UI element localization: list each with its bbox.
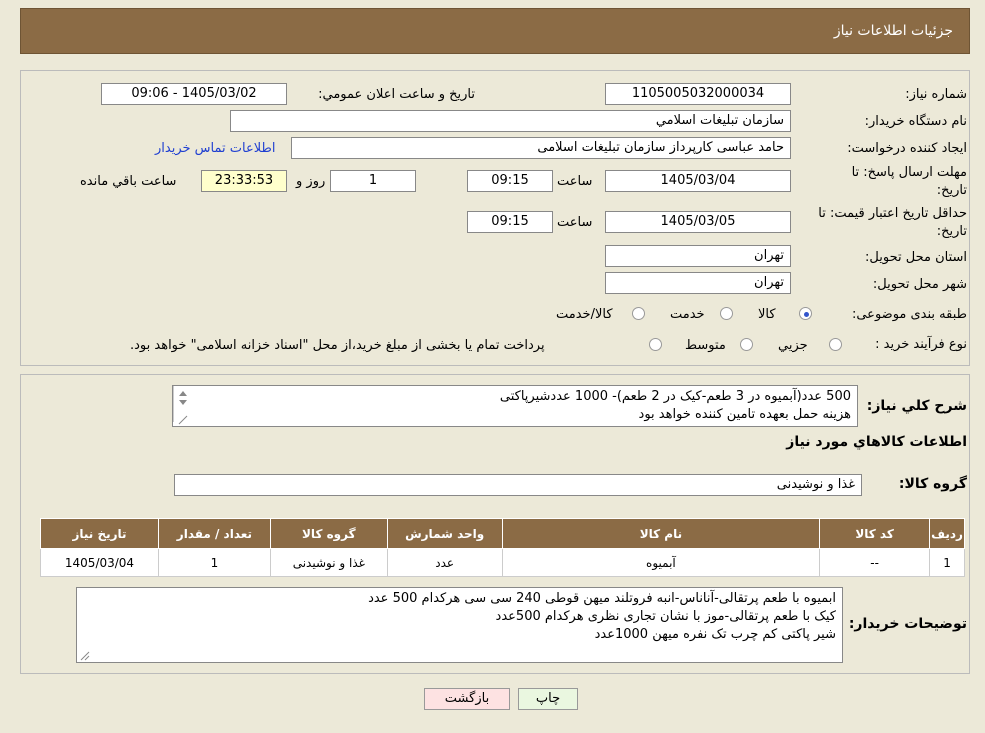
validity-label: حداقل تاريخ اعتبار قيمت: تا تاريخ: [818,206,967,239]
validity-date-field: 1405/03/05 [605,211,791,233]
category-radio-service[interactable] [720,307,733,320]
category-radio-goods[interactable] [799,307,812,320]
buyer-note-line-3: شیر پاکتی کم چرب تک نفره میهن 1000عدد [594,627,836,642]
creator-label: ايجاد كننده درخواست: [847,141,967,156]
process-radio-treasury[interactable] [649,338,662,351]
cell-date: 1405/03/04 [40,548,159,577]
summary-line-1: 500 عدد(آبمیوه در 3 طعم-کیک در 2 طعم)- 1… [499,389,851,404]
process-option-medium: متوسط [685,338,726,353]
validity-time-field: 09:15 [467,211,553,233]
deadline-time-label: ساعت [557,174,593,189]
col-group: گروه كالا [269,518,388,549]
cell-name: آبمیوه [501,548,821,577]
city-field: تهران [605,272,791,294]
need-number-label: شماره نیاز: [905,87,967,102]
buyer-contact-link[interactable]: اطلاعات تماس خريدار [155,141,275,156]
process-radio-medium[interactable] [740,338,753,351]
days-field: 1 [330,170,416,192]
cell-group: غذا و نوشيدنی [269,548,388,577]
goods-section-title: اطلاعات كالاهاي مورد نياز [786,434,967,450]
summary-scrollbar[interactable] [173,386,191,425]
category-label: طبقه بندی موضوعی: [851,307,967,322]
goods-table: رديف كد كالا نام كالا واحد شمارش گروه كا… [40,518,965,577]
cell-code: -- [819,548,931,577]
deadline-label: مهلت ارسال پاسخ: تا تاريخ: [851,165,967,198]
goods-group-label: گروه كالا: [898,476,967,492]
back-button[interactable]: بازگشت [424,688,510,710]
process-label: نوع فرآيند خريد : [875,337,967,352]
goods-group-field: غذا و نوشيدنی [174,474,862,496]
city-label: شهر محل تحويل: [872,277,967,292]
announce-label: تاریخ و ساعت اعلان عمومي: [318,87,475,102]
table-row: 1 -- آبمیوه عدد غذا و نوشيدنی 1 1405/03/… [40,548,965,577]
col-qty: تعداد / مقدار [157,518,271,549]
print-button[interactable]: چاپ [518,688,578,710]
category-radio-goods-service[interactable] [632,307,645,320]
announce-field: 1405/03/02 - 09:06 [101,83,287,105]
category-option-goods-service: كالا/خدمت [556,307,613,322]
cell-unit: عدد [386,548,503,577]
summary-line-2: هزینه حمل بعهده تامین کننده خواهد بود [638,407,851,422]
summary-textarea[interactable]: 500 عدد(آبمیوه در 3 طعم-کیک در 2 طعم)- 1… [172,385,858,427]
summary-label: شرح كلي نياز: [866,398,967,414]
province-label: استان محل تحويل: [865,250,967,265]
creator-field: حامد عباسی کارپرداز سازمان تبلیغات اسلام… [291,137,791,159]
resize-grip-icon[interactable] [79,650,91,662]
province-field: تهران [605,245,791,267]
process-option-minor: جزيي [778,338,808,353]
col-row: رديف [929,518,965,549]
need-number-field: 1105005032000034 [605,83,791,105]
col-name: نام كالا [501,518,821,549]
col-code: كد كالا [819,518,931,549]
page-header: جزئیات اطلاعات نیاز [20,8,970,54]
cell-qty: 1 [157,548,271,577]
cell-row: 1 [929,548,965,577]
remaining-label: ساعت باقي مانده [80,174,177,189]
buyer-note-line-1: ابمیوه با طعم پرتقالی-آناناس-انبه فروتلن… [368,591,836,606]
process-note: پرداخت تمام يا بخشی از مبلغ خريد،از محل … [130,338,545,353]
validity-time-label: ساعت [557,215,593,230]
buyer-notes-label: توضيحات خريدار: [848,616,967,632]
col-date: تاريخ نياز [40,518,159,549]
category-option-goods: كالا [758,307,776,322]
remaining-time-field: 23:33:53 [201,170,287,192]
scroll-arrows-icon [178,391,188,425]
days-label: روز و [296,174,326,189]
buyer-field: سازمان تبليغات اسلامي [230,110,791,132]
buyer-notes-textarea[interactable]: ابمیوه با طعم پرتقالی-آناناس-انبه فروتلن… [76,587,843,663]
goods-table-header: رديف كد كالا نام كالا واحد شمارش گروه كا… [40,518,965,549]
process-radio-minor[interactable] [829,338,842,351]
col-unit: واحد شمارش [386,518,503,549]
buyer-label: نام دستگاه خريدار: [864,114,967,129]
buyer-note-line-2: کیک با طعم پرتقالی-موز با نشان تجاری نظر… [495,609,836,624]
deadline-date-field: 1405/03/04 [605,170,791,192]
category-option-service: خدمت [670,307,705,322]
page-title: جزئیات اطلاعات نیاز [833,23,953,39]
deadline-time-field: 09:15 [467,170,553,192]
